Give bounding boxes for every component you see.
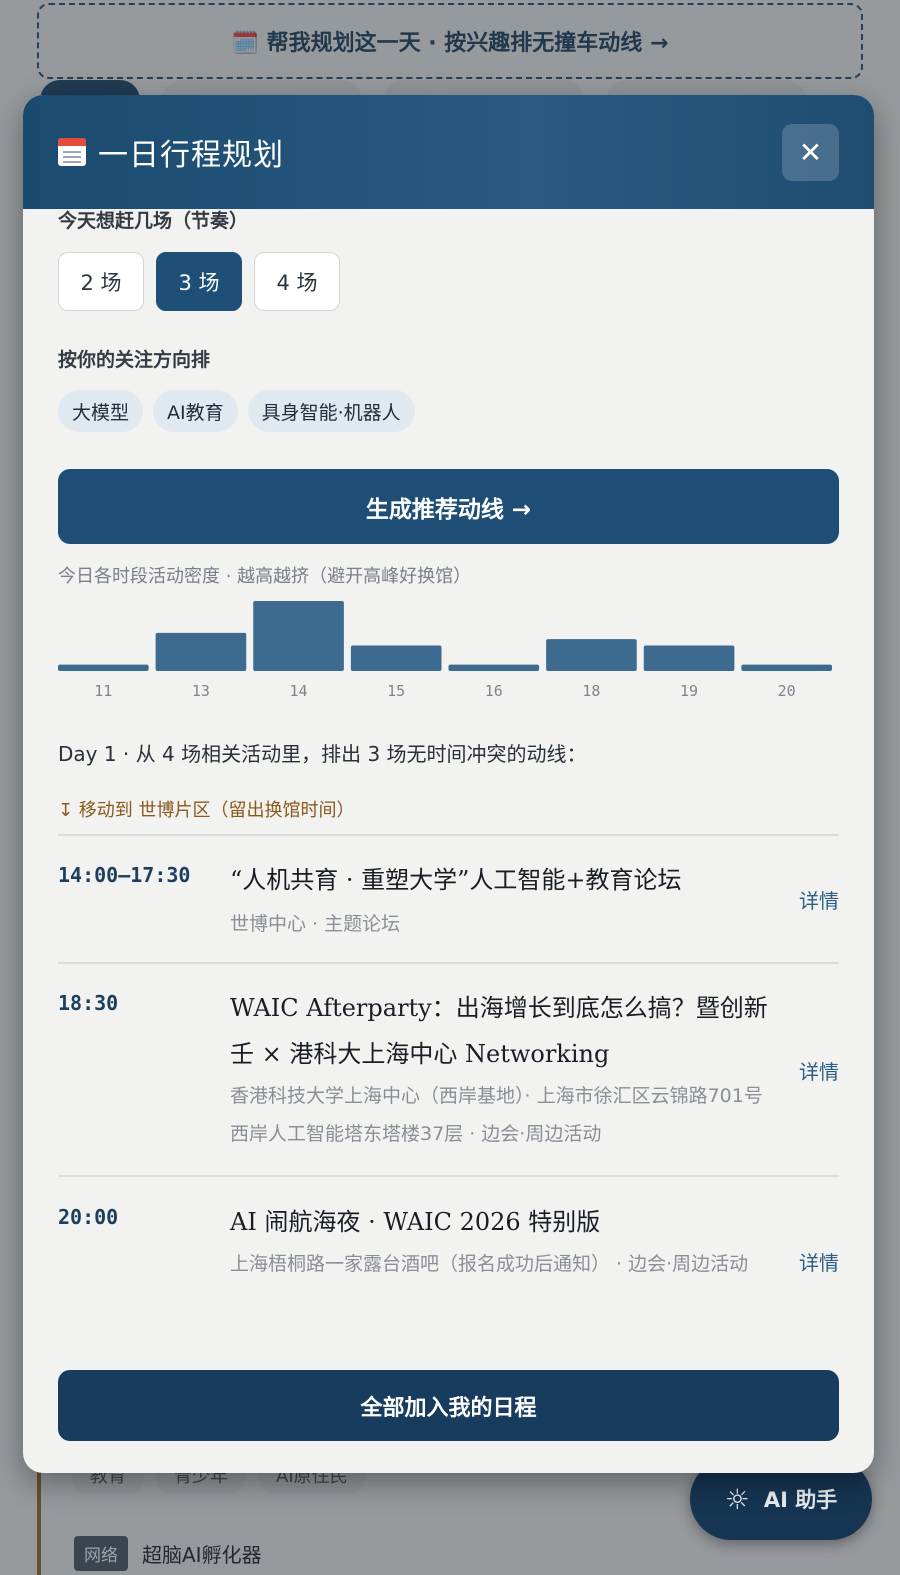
divider (58, 834, 839, 836)
focus-tag-ai-education[interactable]: AI教育 (153, 390, 238, 432)
event-item: 14:00–17:30 “人机共育 · 重塑大学”人工智能+教育论坛 世博中心 … (58, 863, 839, 963)
density-tick-label: 14 (290, 682, 308, 700)
density-bar-13 (155, 632, 247, 671)
density-tick-label: 16 (485, 682, 503, 700)
move-note: ↧ 移动到 世博片区（留出换馆时间） (58, 800, 355, 821)
event-item: 18:30 WAIC Afterparty：出海增长到底怎么搞？暨创新壬 × 港… (58, 991, 839, 1171)
ai-assistant-label: AI 助手 (763, 1488, 838, 1512)
add-all-to-schedule-button[interactable]: 全部加入我的日程 (58, 1370, 839, 1441)
event-title: AI 闹航海夜 · WAIC 2026 特别版 (230, 1208, 601, 1236)
pace-selector: 2 场 3 场 4 场 (58, 252, 340, 311)
pace-option-3[interactable]: 3 场 (156, 252, 242, 311)
day-planner-modal: 一日行程规划 ✕ 今天想赶几场（节奏） 2 场 3 场 4 场 按你的关注方向排… (23, 95, 874, 1473)
density-tick-label: 18 (582, 682, 600, 700)
density-bar-15 (350, 645, 442, 671)
close-icon: ✕ (798, 136, 823, 169)
event-meta: 上海梧桐路一家露台酒吧（报名成功后通知） · 边会·周边活动 (230, 1253, 749, 1275)
event-title: “人机共育 · 重塑大学”人工智能+教育论坛 (230, 866, 682, 894)
focus-tag-embodied-ai[interactable]: 具身智能·机器人 (247, 390, 415, 432)
divider (58, 1175, 839, 1177)
pace-label: 今天想赶几场（节奏） (58, 210, 249, 232)
event-time: 18:30 (58, 991, 119, 1015)
event-meta: 世博中心 · 主题论坛 (230, 913, 401, 935)
event-title: WAIC Afterparty：出海增长到底怎么搞？暨创新壬 × 港科大上海中心… (230, 994, 768, 1068)
calendar-icon (58, 138, 86, 166)
event-detail-link[interactable]: 详情 (799, 1247, 839, 1276)
density-tick-label: 13 (192, 682, 210, 700)
density-tick-label: 20 (778, 682, 796, 700)
event-item: 20:00 AI 闹航海夜 · WAIC 2026 特别版 上海梧桐路一家露台酒… (58, 1205, 839, 1345)
event-detail-link[interactable]: 详情 (799, 885, 839, 914)
pace-option-2[interactable]: 2 场 (58, 252, 144, 311)
sun-icon: ☼ (724, 1482, 750, 1516)
density-bar-18 (546, 639, 637, 671)
density-caption: 今日各时段活动密度 · 越高越挤（避开高峰好换馆） (58, 566, 472, 587)
generate-route-button[interactable]: 生成推荐动线 → (58, 469, 839, 544)
close-button[interactable]: ✕ (782, 124, 839, 181)
pace-option-4[interactable]: 4 场 (254, 252, 340, 311)
density-bar-11 (58, 664, 149, 671)
density-tick-label: 19 (680, 682, 698, 700)
density-bar-14 (253, 601, 344, 671)
density-bar-20 (741, 664, 832, 671)
event-detail-link[interactable]: 详情 (799, 1056, 839, 1085)
density-chart: 11 13 14 15 16 18 19 20 (58, 601, 832, 700)
density-tick-label: 11 (94, 682, 112, 700)
density-bar-16 (448, 664, 540, 671)
focus-tags: 大模型 AI教育 具身智能·机器人 (58, 390, 415, 432)
focus-label: 按你的关注方向排 (58, 349, 211, 371)
day-summary: Day 1 · 从 4 场相关活动里，排出 3 场无时间冲突的动线： (58, 742, 587, 766)
density-bar-19 (643, 645, 735, 671)
event-time: 14:00–17:30 (58, 863, 191, 887)
modal-header: 一日行程规划 ✕ (23, 95, 874, 209)
divider (58, 962, 839, 964)
density-tick-label: 15 (387, 682, 405, 700)
focus-tag-llm[interactable]: 大模型 (58, 390, 144, 432)
modal-title: 一日行程规划 (98, 138, 284, 173)
event-meta: 香港科技大学上海中心（西岸基地）· 上海市徐汇区云锦路701号 西岸人工智能塔东… (230, 1085, 763, 1145)
event-time: 20:00 (58, 1205, 119, 1229)
